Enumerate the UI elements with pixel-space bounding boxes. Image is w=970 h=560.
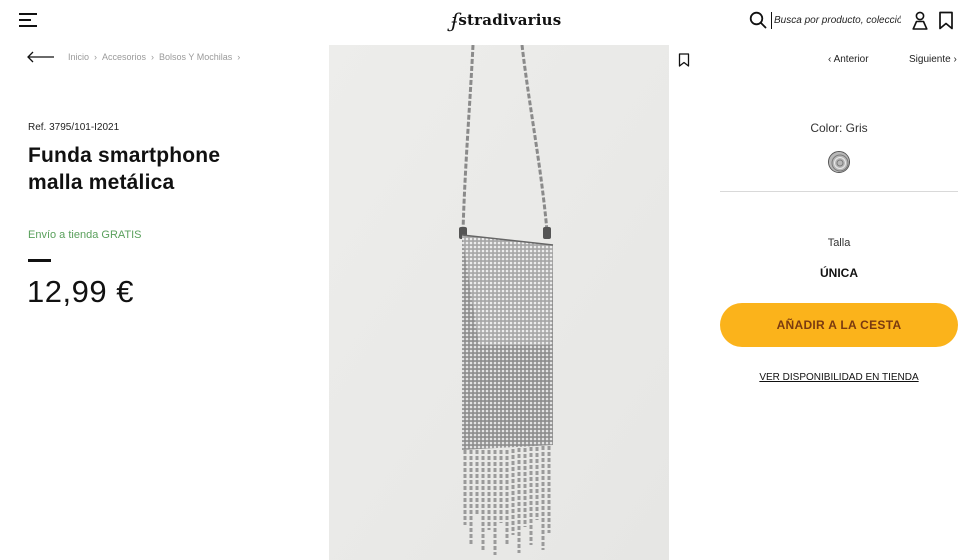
- breadcrumb: Inicio › Accesorios › Bolsos Y Mochilas …: [68, 52, 245, 62]
- site-header: ʄ stradivarius: [0, 0, 970, 44]
- shipping-info: Envío a tienda GRATIS: [28, 229, 142, 241]
- size-label: Talla: [827, 237, 851, 249]
- breadcrumb-separator: ›: [94, 52, 98, 62]
- chevron-right-icon: ›: [950, 54, 957, 65]
- product-price: 12,99 €: [27, 274, 134, 309]
- swatch-texture: [829, 152, 849, 172]
- breadcrumb-item-bolsos[interactable]: Bolsos Y Mochilas: [159, 52, 232, 62]
- breadcrumb-item-inicio[interactable]: Inicio: [68, 52, 89, 62]
- search-icon[interactable]: [749, 11, 767, 29]
- size-option-unica[interactable]: ÚNICA: [720, 266, 958, 280]
- product-title: Funda smartphone malla metálica: [28, 144, 221, 194]
- search-input[interactable]: [771, 12, 901, 29]
- menu-icon[interactable]: [19, 12, 37, 28]
- logo-mark: ʄ: [451, 8, 459, 32]
- bookmark-icon[interactable]: [938, 11, 954, 30]
- product-ref: Ref. 3795/101-I2021: [28, 122, 120, 133]
- back-arrow-icon[interactable]: [27, 51, 55, 63]
- options-divider: [720, 191, 958, 192]
- logo[interactable]: ʄ stradivarius: [451, 8, 561, 32]
- color-swatch-gris[interactable]: [828, 151, 850, 173]
- breadcrumb-item-accesorios[interactable]: Accesorios: [102, 52, 146, 62]
- price-divider: [28, 259, 51, 262]
- save-favorite-icon[interactable]: [678, 53, 690, 67]
- next-product-link[interactable]: Siguiente ›: [909, 54, 957, 65]
- store-availability-link[interactable]: VER DISPONIBILIDAD EN TIENDA: [720, 372, 958, 383]
- logo-text: stradivarius: [458, 11, 562, 29]
- product-image[interactable]: [329, 45, 669, 560]
- previous-label: Anterior: [833, 54, 869, 65]
- next-label: Siguiente: [909, 54, 951, 65]
- product-photo-bag: [329, 45, 669, 560]
- previous-product-link[interactable]: ‹ Anterior: [828, 54, 869, 65]
- color-label: Color: Gris: [810, 121, 868, 135]
- breadcrumb-separator: ›: [237, 52, 241, 62]
- breadcrumb-separator: ›: [151, 52, 155, 62]
- add-to-cart-button[interactable]: AÑADIR A LA CESTA: [720, 303, 958, 347]
- user-icon[interactable]: [911, 11, 929, 30]
